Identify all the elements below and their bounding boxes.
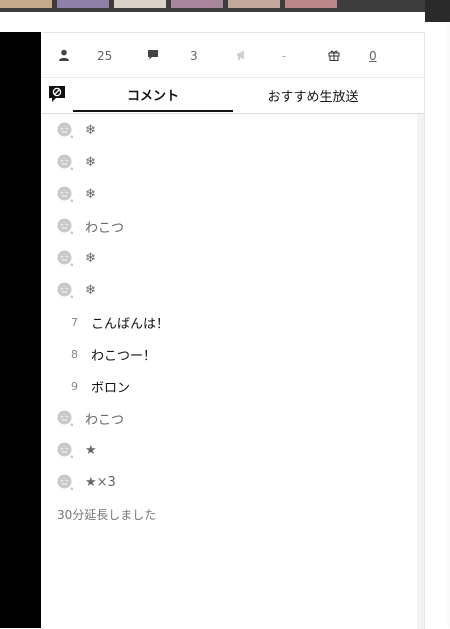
comment-text: こんばんは！ xyxy=(91,316,170,332)
comment-row: ❄ xyxy=(41,114,417,146)
system-notice: 30分延長しました xyxy=(57,507,157,522)
thumbnail-bar xyxy=(0,0,425,12)
top-strip xyxy=(0,0,450,22)
anonymous-face-icon xyxy=(57,186,73,202)
comment-row: 7 こんばんは！ xyxy=(41,306,417,338)
gift-count[interactable]: 0 xyxy=(369,49,377,63)
comment-text: ★×3 xyxy=(85,474,116,490)
thumbnail[interactable] xyxy=(57,0,109,8)
anonymous-face-icon xyxy=(57,122,73,138)
comment-text: ボロン xyxy=(91,380,131,396)
comment-row: ★×3 xyxy=(41,466,417,498)
comment-text: ❄ xyxy=(85,154,96,170)
thumbnail-list xyxy=(0,0,337,8)
ad-count: - xyxy=(282,49,287,63)
tab-bar: コメント おすすめ生放送 xyxy=(41,78,424,114)
comment-number: 7 xyxy=(71,315,78,329)
comment-row: 9 ボロン xyxy=(41,370,417,402)
comment-text: ❄ xyxy=(85,122,96,138)
comment-row: ★ xyxy=(41,434,417,466)
comment-row: ❄ xyxy=(41,274,417,306)
anonymous-face-icon xyxy=(57,282,73,298)
comment-list: ❄ ❄ ❄ わこつ ❄ ❄ 7 こんばんは！ 8 わこつー！ 9 ボロン わこつ… xyxy=(41,114,417,530)
anonymous-face-icon xyxy=(57,154,73,170)
user-icon xyxy=(59,49,69,61)
tab-recommended[interactable]: おすすめ生放送 xyxy=(233,78,393,112)
anonymous-face-icon xyxy=(57,442,73,458)
comment-text: ❄ xyxy=(85,282,96,298)
speech-bubble-icon xyxy=(148,50,158,60)
comment-text: ❄ xyxy=(85,250,96,266)
megaphone-icon xyxy=(237,50,244,60)
comment-number: 9 xyxy=(71,379,78,393)
comment-off-icon[interactable] xyxy=(48,85,66,103)
comment-row: ❄ xyxy=(41,178,417,210)
thumbnail[interactable] xyxy=(0,0,52,8)
gift-icon xyxy=(328,50,340,61)
anonymous-face-icon xyxy=(57,410,73,426)
anonymous-face-icon xyxy=(57,218,73,234)
thumbnail[interactable] xyxy=(228,0,280,8)
anonymous-face-icon xyxy=(57,474,73,490)
comment-number: 8 xyxy=(71,347,78,361)
video-area xyxy=(0,32,41,628)
comment-row: わこつ xyxy=(41,210,417,242)
comment-text: ❄ xyxy=(85,186,96,202)
thumbnail[interactable] xyxy=(285,0,337,8)
comment-row: ❄ xyxy=(41,146,417,178)
comment-row: ❄ xyxy=(41,242,417,274)
viewer-count: 25 xyxy=(97,49,113,63)
tab-comments[interactable]: コメント xyxy=(73,78,233,112)
stats-bar: 25 3 - 0 xyxy=(41,33,424,78)
anonymous-face-icon xyxy=(57,250,73,266)
thumbnail[interactable] xyxy=(171,0,223,8)
comment-scrollbar[interactable] xyxy=(417,114,424,629)
thumbnail[interactable] xyxy=(114,0,166,8)
corner-block xyxy=(425,0,450,22)
comment-text: わこつ xyxy=(85,220,125,236)
comment-count: 3 xyxy=(190,49,198,63)
comment-row: 8 わこつー！ xyxy=(41,338,417,370)
comment-text: わこつ xyxy=(85,412,125,428)
comment-text: わこつー！ xyxy=(91,348,157,364)
comment-text: ★ xyxy=(85,442,97,458)
comment-row: わこつ xyxy=(41,402,417,434)
comment-panel: 25 3 - 0 コメント おすすめ生放送 ❄ ❄ ❄ わこつ ❄ ❄ 7 こん… xyxy=(41,32,425,629)
